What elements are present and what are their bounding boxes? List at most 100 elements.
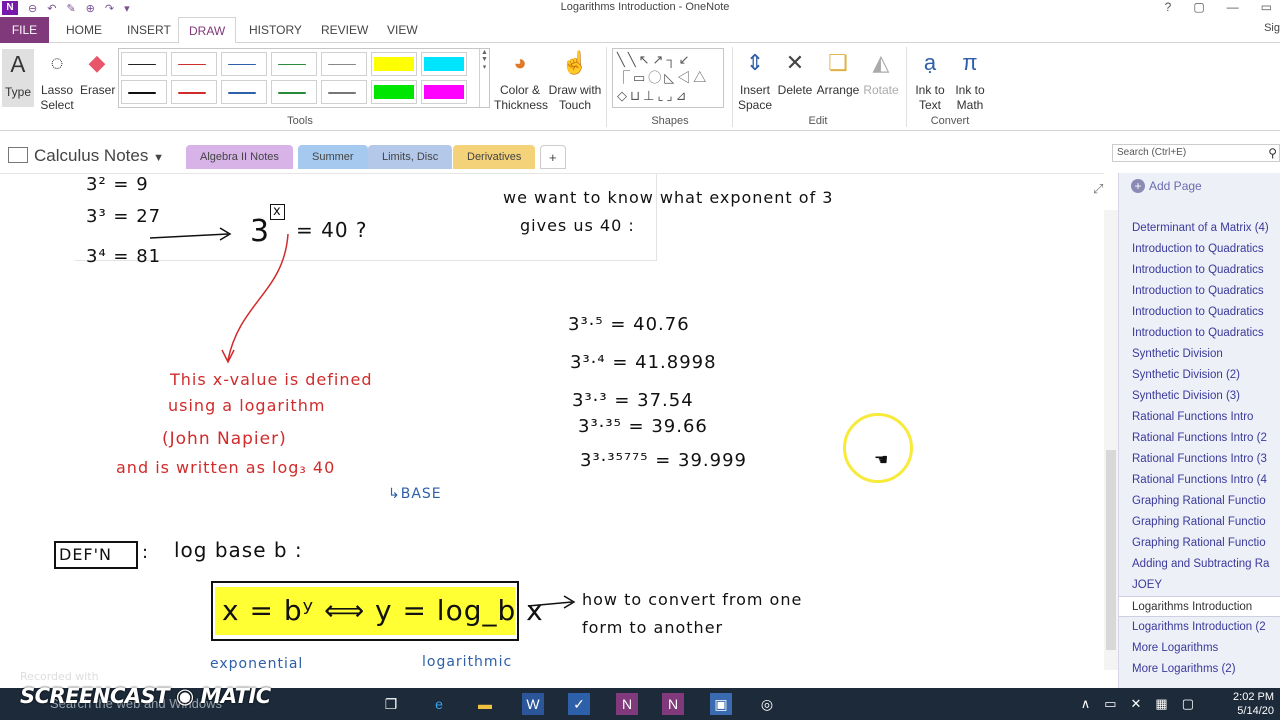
- page-item[interactable]: Rational Functions Intro (4: [1119, 470, 1280, 491]
- section-tab-summer[interactable]: Summer: [298, 145, 368, 169]
- page-item[interactable]: Rational Functions Intro (3: [1119, 449, 1280, 470]
- tab-draw[interactable]: DRAW: [178, 17, 237, 44]
- eraser-button[interactable]: ◆ Eraser: [80, 49, 115, 98]
- pen-blue-thick[interactable]: [221, 80, 267, 104]
- section-tab-limits[interactable]: Limits, Disc: [368, 145, 453, 169]
- pen-gallery-scroll[interactable]: ▲ ▼ ▾: [479, 49, 489, 107]
- tray-up-icon[interactable]: ∧: [1081, 696, 1105, 711]
- pen-red-thick[interactable]: [171, 80, 217, 104]
- page-item[interactable]: More Logarithms (2): [1119, 659, 1280, 680]
- lasso-select-button[interactable]: ◌ Lasso Select: [38, 49, 76, 113]
- tab-insert[interactable]: INSERT: [117, 17, 181, 43]
- delete-button[interactable]: ✕ Delete: [776, 49, 814, 98]
- page-item[interactable]: Logarithms Introduction (2: [1119, 617, 1280, 638]
- ink-to-text-button[interactable]: ạ Ink to Text: [910, 49, 950, 113]
- page-item[interactable]: Introduction to Quadratics: [1119, 239, 1280, 260]
- notebook-selector[interactable]: Calculus Notes ▼: [8, 143, 164, 171]
- page-item[interactable]: Determinant of a Matrix (4): [1119, 218, 1280, 239]
- page-item-selected[interactable]: Logarithms Introduction: [1119, 596, 1280, 617]
- ink-to-math-button[interactable]: π Ink to Math: [950, 49, 990, 113]
- page-item[interactable]: Graphing Rational Functio: [1119, 491, 1280, 512]
- pen-black-thick[interactable]: [121, 80, 167, 104]
- type-button[interactable]: Ａ Type: [2, 49, 34, 107]
- ink-defn-label: DEF'N: [59, 545, 112, 564]
- pen-red-thin[interactable]: [171, 52, 217, 76]
- pen-blue-thin[interactable]: [221, 52, 267, 76]
- tab-review[interactable]: REVIEW: [311, 17, 378, 43]
- page-item[interactable]: Graphing Rational Functio: [1119, 533, 1280, 554]
- page-item[interactable]: Introduction to Quadratics: [1119, 281, 1280, 302]
- insert-space-button[interactable]: ⇕ Insert Space: [736, 49, 774, 113]
- ribbon-separator: [732, 47, 733, 127]
- add-section-button[interactable]: +: [540, 145, 566, 169]
- help-icon[interactable]: ?: [1165, 0, 1172, 14]
- highlighter-cyan[interactable]: [421, 52, 467, 76]
- pen-green-thin[interactable]: [271, 52, 317, 76]
- page-item[interactable]: Graphing Rational Functio: [1119, 512, 1280, 533]
- tab-file[interactable]: FILE: [0, 17, 49, 43]
- page-item[interactable]: More Logarithms: [1119, 638, 1280, 659]
- word-icon[interactable]: W: [522, 693, 544, 715]
- page-item[interactable]: Rational Functions Intro: [1119, 407, 1280, 428]
- pen-black-thin[interactable]: [121, 52, 167, 76]
- ink-want-line-2: gives us 40 :: [520, 216, 635, 235]
- network-icon[interactable]: ▭: [1104, 696, 1130, 711]
- page-item[interactable]: Adding and Subtracting Ra: [1119, 554, 1280, 575]
- pen-gray-thick[interactable]: [321, 80, 367, 104]
- expand-icon[interactable]: ⤢: [1093, 181, 1103, 197]
- ink-line-3-squared: 3² = 9: [86, 174, 149, 195]
- page-item[interactable]: JOEY: [1119, 575, 1280, 596]
- search-input[interactable]: Search (Ctrl+E) ⚲: [1112, 144, 1280, 162]
- page-item[interactable]: Introduction to Quadratics: [1119, 302, 1280, 323]
- volume-icon[interactable]: ✕: [1131, 696, 1156, 711]
- app-window-icon[interactable]: ▣: [710, 693, 732, 715]
- ink-convert-line-1: how to convert from one: [582, 590, 803, 609]
- restore-icon[interactable]: ▭: [1261, 0, 1272, 14]
- shapes-gallery[interactable]: ╲╲↖↗┐↙ ⎾▭◯◺◁△ ◇⊔⊥⌞⌟⊿: [612, 48, 724, 108]
- canvas-scrollbar[interactable]: [1104, 210, 1118, 670]
- highlighter-yellow[interactable]: [371, 52, 417, 76]
- page-item[interactable]: Synthetic Division: [1119, 344, 1280, 365]
- page-item[interactable]: Synthetic Division (3): [1119, 386, 1280, 407]
- sign-in-link[interactable]: Sig: [1264, 17, 1280, 39]
- keyboard-icon[interactable]: ▦: [1155, 696, 1181, 711]
- onenote-window: N ⊖ ↶ ✎ ⊕ ↷ ▾ Logarithms Introduction - …: [0, 0, 1280, 720]
- pen-green-thick[interactable]: [271, 80, 317, 104]
- canvas-scroll-thumb[interactable]: [1106, 450, 1116, 650]
- app-check-icon[interactable]: ✓: [568, 693, 590, 715]
- file-explorer-icon[interactable]: ▬: [474, 693, 496, 715]
- screencast-icon[interactable]: ◎: [756, 693, 778, 715]
- rotate-button[interactable]: ◭ Rotate: [862, 49, 900, 98]
- page-item[interactable]: Introduction to Quadratics: [1119, 260, 1280, 281]
- ink-convert-arrow: [528, 595, 576, 609]
- arrange-button[interactable]: ❏ Arrange: [816, 49, 860, 98]
- minimize-icon[interactable]: —: [1227, 0, 1239, 14]
- ink-line-3-fourth: 3⁴ = 81: [86, 246, 162, 267]
- section-tab-algebra[interactable]: Algebra II Notes: [186, 145, 293, 169]
- plus-icon: +: [1131, 179, 1145, 193]
- pen-gray-thin[interactable]: [321, 52, 367, 76]
- pen-gallery: ▲ ▼ ▾: [118, 48, 490, 108]
- notification-icon[interactable]: ▢: [1182, 696, 1208, 711]
- full-page-icon[interactable]: ▢: [1193, 0, 1204, 14]
- section-tab-derivatives[interactable]: Derivatives: [453, 145, 536, 169]
- highlighter-green[interactable]: [371, 80, 417, 104]
- note-canvas[interactable]: ⤢ 3² = 9 3³ = 27 3⁴ = 81 3 x = 40 ? we w…: [0, 173, 1104, 683]
- page-item[interactable]: Introduction to Quadratics: [1119, 323, 1280, 344]
- cursor-highlight-ring: [843, 413, 913, 483]
- clock[interactable]: 2:02 PM 5/14/20: [1233, 690, 1274, 718]
- color-thickness-button[interactable]: ◕ Color & Thickness: [494, 49, 548, 113]
- task-view-icon[interactable]: ❐: [380, 693, 402, 715]
- search-icon[interactable]: ⚲: [1268, 145, 1277, 161]
- tab-view[interactable]: VIEW: [377, 17, 428, 43]
- page-item[interactable]: Rational Functions Intro (2: [1119, 428, 1280, 449]
- onenote-icon[interactable]: N: [616, 693, 638, 715]
- tab-home[interactable]: HOME: [56, 17, 112, 43]
- highlighter-magenta[interactable]: [421, 80, 467, 104]
- draw-with-touch-button[interactable]: ☝ Draw with Touch: [548, 49, 602, 113]
- onenote-app-icon[interactable]: N: [662, 693, 684, 715]
- edge-icon[interactable]: e: [428, 693, 450, 715]
- page-item[interactable]: Synthetic Division (2): [1119, 365, 1280, 386]
- tab-history[interactable]: HISTORY: [239, 17, 312, 43]
- add-page-button[interactable]: + Add Page: [1131, 176, 1202, 196]
